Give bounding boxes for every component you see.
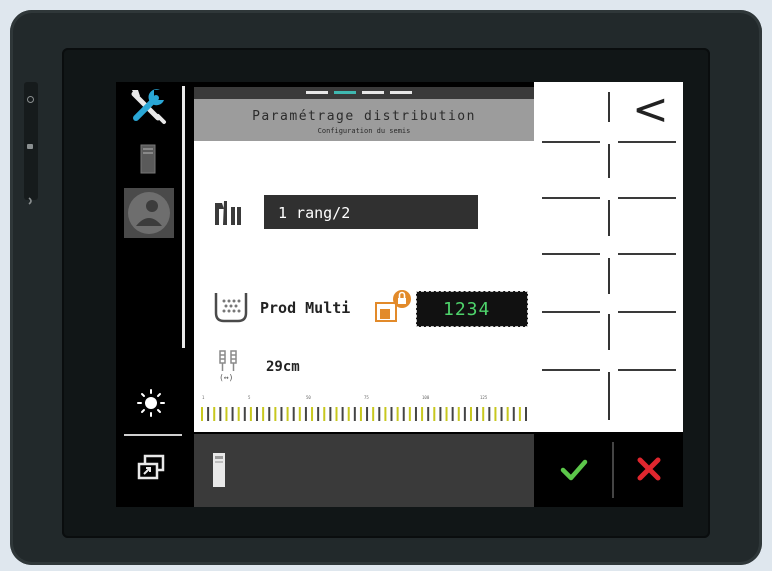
row-spacing-icon: (↔) [216, 349, 242, 385]
page-title: Paramétrage distribution [252, 109, 476, 124]
product-value-field[interactable]: 1234 [416, 291, 528, 327]
spacing-unit-symbol: (↔) [219, 373, 234, 382]
softkey-8[interactable] [610, 314, 683, 368]
scale-ruler: 1 5 50 75 100 125 [200, 395, 530, 425]
softkey-7[interactable] [534, 314, 608, 368]
back-button[interactable]: < [618, 84, 678, 138]
confirm-button[interactable] [534, 434, 612, 507]
terminal-icon[interactable] [140, 144, 156, 174]
scale-label: 100 [422, 395, 430, 400]
product-value: 1234 [443, 299, 491, 320]
softkey-3[interactable] [534, 200, 608, 252]
scale-label: 75 [364, 395, 369, 400]
wrench-screwdriver-icon[interactable] [128, 86, 168, 126]
hardware-button-1[interactable] [27, 96, 34, 103]
scale-labels: 1 5 50 75 100 125 [200, 395, 530, 403]
page-subtitle: Configuration du semis [317, 127, 411, 135]
softkey-6[interactable] [610, 256, 683, 310]
bottom-status-bar [194, 434, 534, 507]
terminal-icon[interactable] [212, 452, 226, 488]
row-config-icon [212, 197, 242, 227]
scroll-indicator[interactable] [182, 86, 185, 348]
page-dot-3[interactable] [362, 91, 384, 94]
hardware-button-2[interactable] [27, 144, 33, 149]
page-dot-2-active[interactable] [334, 91, 356, 94]
softkey-1[interactable] [534, 144, 608, 196]
lock-icon[interactable] [374, 287, 414, 325]
panel-header: Paramétrage distribution Configuration d… [194, 87, 534, 141]
page-dot-4[interactable] [390, 91, 412, 94]
softkey-2[interactable] [610, 144, 683, 196]
right-softkey-grid: < [534, 82, 683, 432]
chevron-left-icon: < [632, 84, 669, 135]
hardware-button-3[interactable] [27, 190, 33, 205]
softkey-4[interactable] [610, 200, 683, 252]
main-panel: Paramétrage distribution Configuration d… [194, 87, 534, 432]
scale-label: 5 [248, 395, 251, 400]
spacing-value: 29cm [266, 359, 300, 375]
row-mode-value: 1 rang/2 [278, 204, 351, 222]
cancel-button[interactable] [614, 434, 683, 507]
scale-label: 50 [306, 395, 311, 400]
softkey-5[interactable] [534, 256, 608, 310]
row-mode-field[interactable]: 1 rang/2 [264, 195, 478, 229]
toolbar-divider [124, 434, 182, 436]
page-dot-1[interactable] [306, 91, 328, 94]
cross-icon [636, 456, 662, 482]
scale-ticks [201, 407, 527, 421]
sun-icon[interactable] [136, 388, 166, 418]
page-indicator [194, 87, 534, 99]
scale-label: 1 [202, 395, 205, 400]
profile-icon[interactable] [124, 188, 174, 238]
screen: Paramétrage distribution Configuration d… [116, 82, 683, 507]
scale-label: 125 [480, 395, 488, 400]
product-label: Prod Multi [260, 299, 351, 317]
hardware-side-buttons [24, 82, 38, 205]
check-icon [560, 458, 588, 482]
window-switch-icon[interactable] [136, 454, 166, 482]
left-toolbar [116, 82, 186, 507]
hopper-icon [214, 289, 248, 323]
